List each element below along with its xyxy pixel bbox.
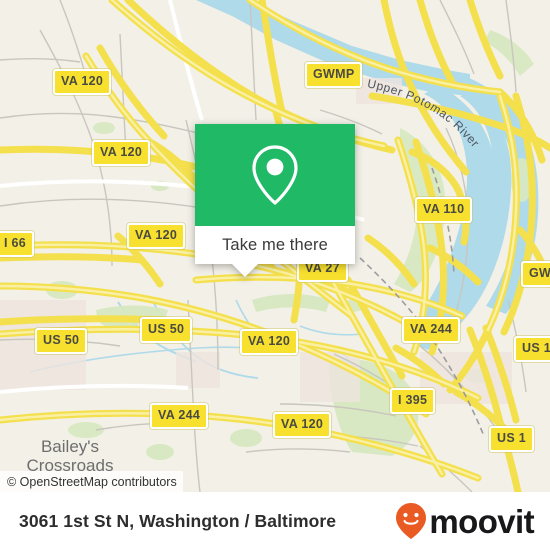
moovit-wordmark: moovit — [429, 502, 534, 540]
place-label-baileys-crossroads: Bailey's Crossroads — [26, 437, 114, 475]
moovit-logo: moovit — [395, 502, 535, 540]
road-shield-va120-c[interactable]: VA 120 — [127, 223, 186, 249]
attribution-text: © OpenStreetMap contributors — [7, 474, 177, 489]
callout-pointer-tail — [232, 264, 258, 277]
road-shield-va244-b[interactable]: VA 244 — [402, 317, 461, 343]
road-shield-va120-a[interactable]: VA 120 — [53, 69, 112, 95]
road-shield-va244-a[interactable]: VA 244 — [150, 403, 209, 429]
road-shield-va120-e[interactable]: VA 120 — [273, 412, 332, 438]
map-canvas[interactable]: Upper Potomac River Bailey's Crossroads … — [0, 0, 550, 492]
road-shield-us50-b[interactable]: US 50 — [140, 317, 193, 343]
road-shield-i66[interactable]: I 66 — [0, 231, 35, 257]
road-shield-va120-b[interactable]: VA 120 — [92, 140, 151, 166]
road-shield-us50-a[interactable]: US 50 — [35, 328, 88, 354]
callout-footer[interactable]: Take me there — [195, 226, 355, 277]
road-shield-us1-b[interactable]: US 1 — [489, 426, 534, 452]
address-title: 3061 1st St N, Washington / Baltimore — [19, 510, 337, 531]
map-attribution[interactable]: © OpenStreetMap contributors — [0, 471, 183, 492]
callout-header — [195, 124, 355, 226]
moovit-map-screenshot: Upper Potomac River Bailey's Crossroads … — [0, 0, 550, 550]
road-shield-i395[interactable]: I 395 — [390, 388, 436, 414]
road-shield-va110[interactable]: VA 110 — [415, 197, 473, 223]
road-shield-gwmp-east[interactable]: GWMP — [521, 261, 550, 287]
moovit-pin-icon — [396, 503, 427, 539]
destination-callout[interactable]: Take me there — [195, 124, 355, 277]
road-shield-gwmp-north[interactable]: GWMP — [305, 62, 363, 88]
road-shield-va120-d[interactable]: VA 120 — [240, 329, 299, 355]
take-me-there-label: Take me there — [222, 235, 328, 254]
location-pin-icon — [252, 145, 298, 205]
road-shield-us1-a[interactable]: US 1 — [514, 336, 550, 362]
footer-bar: 3061 1st St N, Washington / Baltimore mo… — [0, 492, 550, 550]
